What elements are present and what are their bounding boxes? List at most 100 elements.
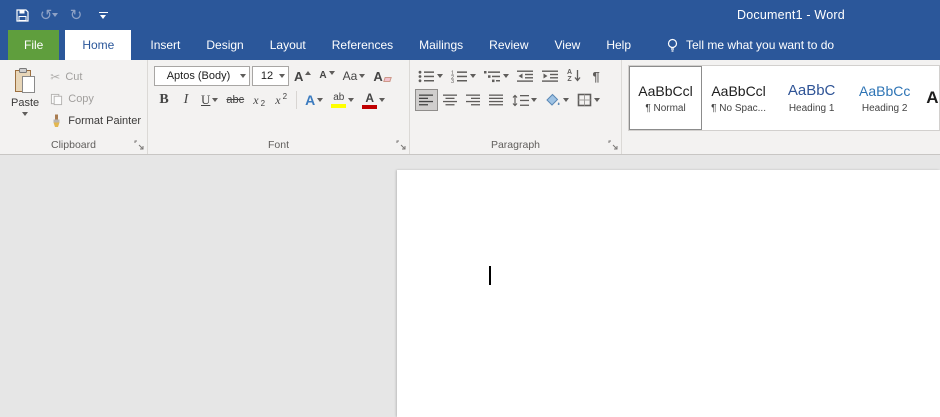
style-no-spacing[interactable]: AaBbCcl ¶ No Spac... xyxy=(702,66,775,130)
text-cursor xyxy=(489,266,491,285)
font-color-button[interactable]: A xyxy=(359,89,388,111)
underline-button[interactable]: U xyxy=(198,89,221,111)
style-label: ¶ Normal xyxy=(645,103,685,114)
pilcrow-icon: ¶ xyxy=(592,69,599,84)
tab-view[interactable]: View xyxy=(542,30,594,60)
increase-indent-button[interactable] xyxy=(539,65,562,87)
tab-design[interactable]: Design xyxy=(193,30,256,60)
paste-button[interactable]: Paste xyxy=(4,64,46,136)
tab-file[interactable]: File xyxy=(8,30,59,60)
style-heading-2[interactable]: AaBbCc Heading 2 xyxy=(848,66,921,130)
bold-button[interactable]: B xyxy=(154,89,174,111)
cut-button[interactable]: ✂ Cut xyxy=(46,67,145,87)
format-painter-icon xyxy=(50,114,63,128)
style-preview: AaBbC xyxy=(788,82,836,99)
show-hide-marks-button[interactable]: ¶ xyxy=(586,65,606,87)
font-color-icon: A xyxy=(362,92,377,109)
tab-layout[interactable]: Layout xyxy=(257,30,319,60)
subscript-button[interactable]: x2 xyxy=(249,89,269,111)
font-color-letter: A xyxy=(365,92,374,104)
borders-button[interactable] xyxy=(574,89,603,111)
paste-label: Paste xyxy=(11,97,39,109)
shading-button[interactable] xyxy=(542,89,572,111)
tab-home[interactable]: Home xyxy=(65,30,131,60)
cut-label: Cut xyxy=(65,71,82,83)
text-effects-button[interactable]: A xyxy=(302,89,326,111)
numbering-icon: 123 xyxy=(451,70,468,83)
clear-formatting-button[interactable]: A xyxy=(370,65,393,87)
style-next-partial[interactable]: A xyxy=(921,66,939,130)
line-spacing-button[interactable] xyxy=(509,89,540,111)
style-normal[interactable]: AaBbCcl ¶ Normal xyxy=(629,66,702,130)
separator xyxy=(296,91,297,109)
align-center-button[interactable] xyxy=(440,89,461,111)
customize-qat-button[interactable] xyxy=(91,2,115,28)
text-effects-letter: A xyxy=(305,92,315,108)
bullets-button[interactable] xyxy=(415,65,446,87)
tab-review[interactable]: Review xyxy=(476,30,541,60)
copy-icon xyxy=(50,93,63,106)
format-painter-label: Format Painter xyxy=(68,115,141,127)
document-page[interactable] xyxy=(397,170,940,417)
paragraph-dialog-launcher[interactable] xyxy=(606,138,619,151)
redo-button[interactable]: ↻ xyxy=(64,2,88,28)
multilevel-list-icon xyxy=(484,70,501,83)
document-area xyxy=(0,155,940,417)
shading-dropdown-icon xyxy=(563,98,569,102)
font-dialog-launcher[interactable] xyxy=(394,138,407,151)
text-highlight-button[interactable]: ab xyxy=(328,89,357,111)
style-preview: A xyxy=(926,88,938,108)
align-center-icon xyxy=(443,94,458,107)
style-label: ¶ No Spac... xyxy=(711,103,766,114)
format-painter-button[interactable]: Format Painter xyxy=(46,111,145,131)
align-right-button[interactable] xyxy=(463,89,484,111)
align-left-button[interactable] xyxy=(415,89,438,111)
change-case-button[interactable]: Aa xyxy=(340,65,369,87)
style-heading-1[interactable]: AaBbC Heading 1 xyxy=(775,66,848,130)
bold-letter: B xyxy=(159,92,168,108)
highlight-color-swatch xyxy=(331,104,346,108)
grow-font-button[interactable]: A xyxy=(291,65,314,87)
italic-letter: I xyxy=(184,92,189,108)
font-name-combobox[interactable]: Aptos (Body) xyxy=(154,66,250,86)
tell-me-box[interactable]: Tell me what you want to do xyxy=(666,30,834,60)
text-effects-dropdown-icon xyxy=(317,98,323,102)
borders-icon xyxy=(577,93,592,107)
strikethrough-button[interactable]: abc xyxy=(223,89,247,111)
shrink-font-button[interactable]: A xyxy=(316,65,337,87)
font-group: Aptos (Body) 12 A A Aa A xyxy=(148,60,410,154)
subscript-number: 2 xyxy=(261,99,265,108)
save-icon xyxy=(16,9,29,22)
font-size-combobox[interactable]: 12 xyxy=(252,66,289,86)
subscript-base: x xyxy=(253,93,258,108)
undo-button[interactable]: ↺ xyxy=(37,2,61,28)
window-title: Document1 - Word xyxy=(737,0,845,30)
save-button[interactable] xyxy=(10,2,34,28)
tab-insert[interactable]: Insert xyxy=(137,30,193,60)
decrease-indent-button[interactable] xyxy=(514,65,537,87)
styles-gallery: AaBbCcl ¶ Normal AaBbCcl ¶ No Spac... Aa… xyxy=(628,65,940,131)
quick-access-toolbar: ↺ ↻ xyxy=(10,2,115,28)
dialog-launcher-icon xyxy=(134,140,144,150)
borders-dropdown-icon xyxy=(594,98,600,102)
ribbon: Paste ✂ Cut Copy Format Painter Clipboar… xyxy=(0,60,940,155)
clipboard-dialog-launcher[interactable] xyxy=(132,138,145,151)
italic-button[interactable]: I xyxy=(176,89,196,111)
cut-icon: ✂ xyxy=(50,70,60,84)
clear-formatting-letter: A xyxy=(373,70,382,83)
sort-button[interactable]: A Z xyxy=(564,65,584,87)
highlight-letters: ab xyxy=(333,93,344,103)
tab-mailings[interactable]: Mailings xyxy=(406,30,476,60)
tab-references[interactable]: References xyxy=(319,30,406,60)
numbering-button[interactable]: 123 xyxy=(448,65,479,87)
justify-button[interactable] xyxy=(486,89,507,111)
underline-dropdown-icon xyxy=(212,98,218,102)
bullets-dropdown-icon xyxy=(437,74,443,78)
copy-button[interactable]: Copy xyxy=(46,89,145,109)
font-name-value: Aptos (Body) xyxy=(160,70,237,82)
tab-help[interactable]: Help xyxy=(593,30,644,60)
font-color-swatch xyxy=(362,105,377,109)
superscript-button[interactable]: x2 xyxy=(271,89,291,111)
multilevel-list-button[interactable] xyxy=(481,65,512,87)
grow-font-arrow-icon xyxy=(305,71,311,75)
